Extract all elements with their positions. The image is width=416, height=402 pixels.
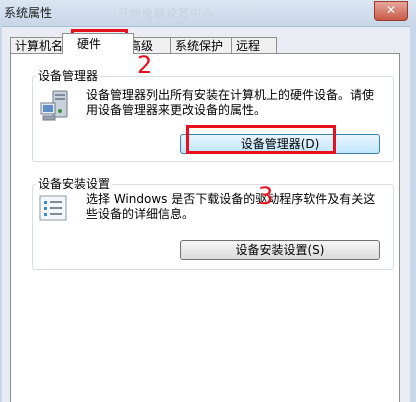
device-install-description: 选择 Windows 是否下载设备的驱动程序软件及有关这 些设备的详细信息。 (86, 192, 386, 222)
device-manager-description: 设备管理器列出所有安装在计算机上的硬件设备。请使 用设备管理器来更改设备的属性。 (86, 88, 386, 118)
tab-remote[interactable]: 远程 (231, 37, 277, 54)
annotation-marker-3: 3 (258, 182, 274, 210)
description-line: 选择 Windows 是否下载设备的驱动程序软件及有关这 (86, 192, 376, 206)
annotation-box-device-manager-button (186, 125, 336, 154)
close-button[interactable]: ✕ (374, 1, 408, 21)
tab-hardware[interactable]: 硬件 (62, 33, 134, 54)
tab-label: 硬件 (77, 37, 102, 51)
device-install-settings-button[interactable]: 设备安装设置(S) (180, 240, 380, 260)
computer-device-icon (39, 89, 71, 123)
description-line: 些设备的详细信息。 (86, 207, 195, 221)
annotation-marker-2: 2 (137, 51, 153, 79)
settings-list-icon (39, 195, 67, 221)
description-line: 设备管理器列出所有安装在计算机上的硬件设备。请使 (86, 88, 375, 102)
window-title: 系统属性 (4, 6, 53, 20)
tab-label: 远程 (236, 39, 261, 53)
window-frame-right (410, 26, 416, 402)
window-frame-left (0, 26, 2, 402)
tab-label: 系统保护 (175, 39, 224, 53)
tab-label: 计算机名 (15, 39, 64, 53)
title-bar: 系统属性 开始电脑设置中心 ✕ (0, 0, 416, 27)
close-icon: ✕ (385, 3, 397, 17)
background-ghost-text: 开始电脑设置中心 (118, 7, 214, 20)
tab-system-protection[interactable]: 系统保护 (170, 37, 234, 54)
device-manager-group-title: 设备管理器 (36, 69, 101, 83)
description-line: 用设备管理器来更改设备的属性。 (86, 103, 267, 117)
device-install-group-title: 设备安装设置 (36, 177, 113, 191)
